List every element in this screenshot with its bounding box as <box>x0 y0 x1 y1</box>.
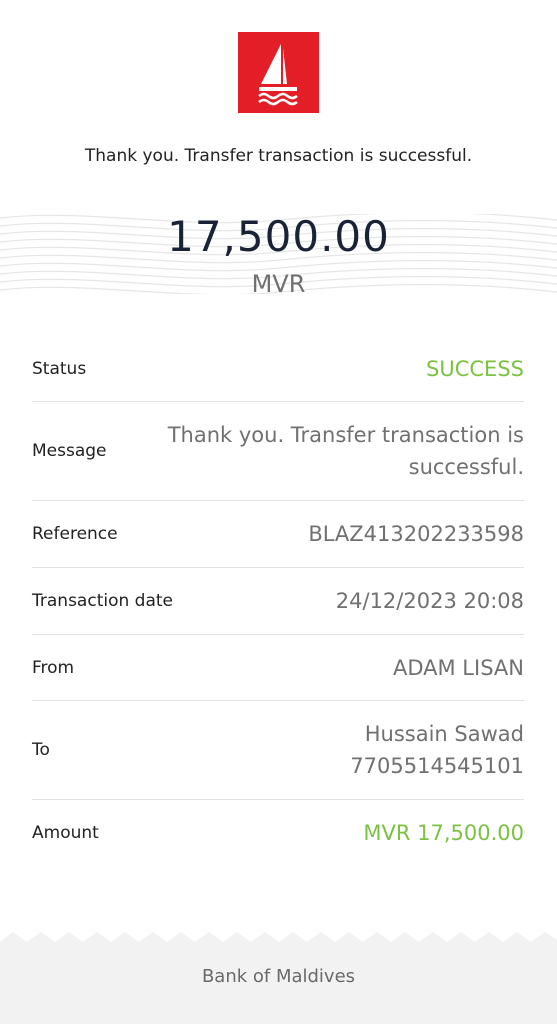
from-value: ADAM LISAN <box>392 655 524 680</box>
status-row: Status SUCCESS <box>32 336 524 402</box>
transfer-currency: MVR <box>251 270 306 298</box>
transaction-date-label: Transaction date <box>32 591 173 611</box>
reference-value: BLAZ413202233598 <box>308 522 524 546</box>
bank-logo-icon <box>238 32 319 113</box>
transaction-details: Status SUCCESS Message Thank you. Transf… <box>32 336 524 866</box>
status-value: SUCCESS <box>426 356 524 381</box>
to-account-number: 7705514545101 <box>350 754 524 778</box>
amount-row: Amount MVR 17,500.00 <box>32 800 524 866</box>
message-label: Message <box>32 441 107 461</box>
bank-name: Bank of Maldives <box>201 966 356 987</box>
reference-row: Reference BLAZ413202233598 <box>32 501 524 568</box>
from-row: From ADAM LISAN <box>32 635 524 701</box>
to-row: To Hussain Sawad 7705514545101 <box>32 701 524 800</box>
message-row: Message Thank you. Transfer transaction … <box>32 402 524 501</box>
transaction-date-value: 24/12/2023 20:08 <box>335 589 524 613</box>
amount-label: Amount <box>32 823 99 843</box>
to-value: Hussain Sawad 7705514545101 <box>350 718 524 782</box>
from-label: From <box>32 657 75 678</box>
status-label: Status <box>32 358 87 379</box>
success-headline: Thank you. Transfer transaction is succe… <box>84 146 473 166</box>
message-value: Thank you. Transfer transaction is succe… <box>167 423 524 479</box>
reference-label: Reference <box>32 524 118 544</box>
transfer-amount: 17,500.00 <box>167 212 390 261</box>
to-name: Hussain Sawad <box>364 722 524 746</box>
to-label: To <box>32 740 50 760</box>
transaction-date-row: Transaction date 24/12/2023 20:08 <box>32 568 524 635</box>
transfer-receipt-screen: Thank you. Transfer transaction is succe… <box>0 0 557 1024</box>
amount-value: MVR 17,500.00 <box>363 821 524 845</box>
